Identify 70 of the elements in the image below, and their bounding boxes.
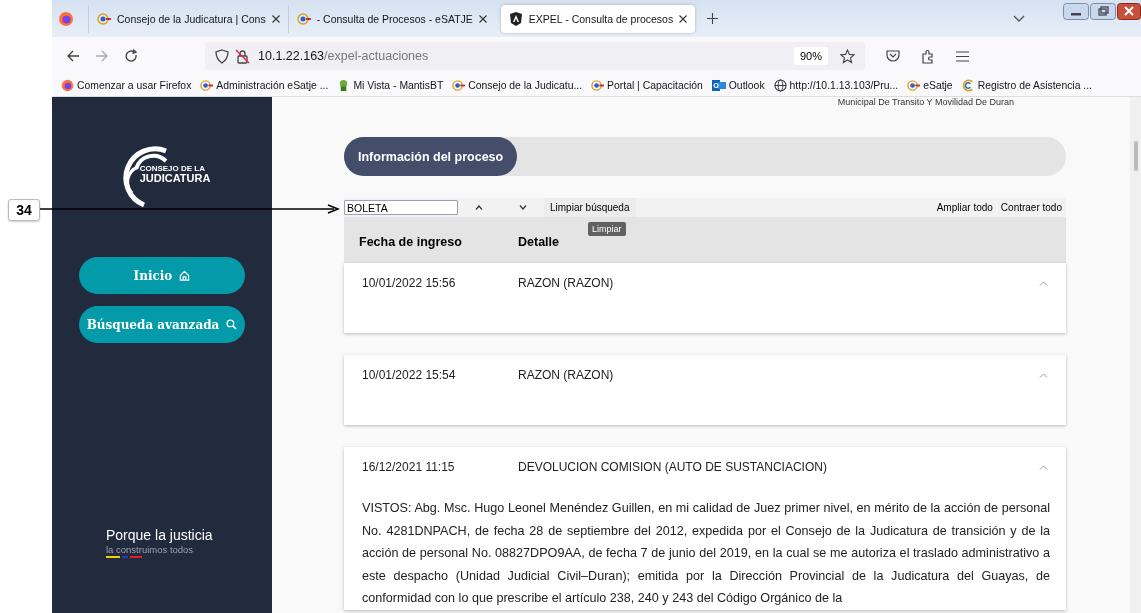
- mail-icon: [711, 79, 726, 92]
- site-icon: [296, 11, 311, 26]
- entry-date: 16/12/2021 11:15: [361, 460, 456, 474]
- ring-icon: [961, 79, 975, 92]
- close-icon[interactable]: [271, 14, 280, 23]
- annotation-label: 34: [8, 199, 40, 221]
- column-header: Detalle: [518, 235, 559, 249]
- search-field[interactable]: BOLETA: [344, 200, 458, 215]
- site-icon: [200, 79, 214, 92]
- entry-date: 10/01/2022 15:56: [361, 276, 457, 290]
- tooltip: Limpiar: [588, 222, 626, 236]
- extensions-icon[interactable]: [921, 48, 935, 64]
- bookmark[interactable]: Mi Vista - MantisBT: [337, 79, 444, 92]
- reload-icon[interactable]: [124, 49, 138, 63]
- minimize-icon[interactable]: [1063, 3, 1089, 20]
- address-bar[interactable]: 10.1.22.163/expel-actuaciones 90%: [205, 42, 865, 70]
- browser-tab[interactable]: Consejo de la Judicatura | Cons: [88, 4, 288, 33]
- browser-tab[interactable]: - Consulta de Procesos - eSATJE: [287, 4, 495, 33]
- browser-logo-icon[interactable]: [58, 10, 74, 27]
- close-icon[interactable]: [1117, 3, 1141, 20]
- section-tab[interactable]: Información del proceso: [344, 137, 518, 176]
- slogan: Porque la justicia: [106, 527, 214, 543]
- bookmark[interactable]: eSatje: [907, 79, 953, 92]
- close-icon[interactable]: [679, 14, 688, 23]
- globe-icon: [773, 79, 787, 92]
- insecure-lock-icon: [235, 48, 250, 64]
- bookmark[interactable]: http://10.1.13.103/Pru...: [773, 79, 899, 92]
- collapse-all-button[interactable]: Contraer todo: [996, 202, 1066, 213]
- menu-icon[interactable]: [956, 50, 969, 62]
- chevron-down-icon[interactable]: [1013, 14, 1025, 23]
- shield-icon: [508, 11, 523, 26]
- bookmark[interactable]: Administración eSatje ...: [200, 79, 329, 92]
- search-icon: [226, 319, 238, 330]
- shield-icon: [215, 48, 229, 64]
- pocket-icon[interactable]: [886, 49, 900, 63]
- back-icon[interactable]: [66, 49, 80, 63]
- entry-text: VISTOS: Abg. Msc. Hugo Leonel Menéndez Guillen, en mi calidad de Juez primer nivel, en mérito de la acción de personal No. 4281DNPACH, de fecha 28 de septiembre del 2012, expedida por el Consejo de la Judicatura de transición y de la acción de personal No. 08827DPO9AA, de fecha 7 de junio del 2019, en la cual se me autoriza el traslado administrativo a este despacho (Unidad Judicial Civil–Duran); emitida por la Dirección Provincial de la Judicatura del Guayas, de conformidad con lo que prescribe el artículo 238, 240 y 243 del Código Orgánico de la: [361, 500, 1051, 607]
- flag-stripes-drawing: [106, 556, 142, 559]
- url-text: 10.1.22.163/expel-actuaciones: [258, 49, 429, 63]
- clear-search-button[interactable]: Limpiar búsqueda: [544, 198, 636, 217]
- expand-all-button[interactable]: Ampliar todo: [932, 202, 997, 213]
- bookmark[interactable]: Consejo de la Judicatu...: [452, 79, 583, 92]
- bookmark[interactable]: Portal | Capacitación: [591, 79, 703, 92]
- caret-up-icon[interactable]: [475, 205, 483, 210]
- entry-title: RAZON (RAZON): [518, 276, 614, 290]
- star-icon[interactable]: [840, 48, 855, 64]
- bookmark[interactable]: Registro de Asistencia ...: [961, 79, 1092, 92]
- bookmark[interactable]: Outlook: [711, 79, 765, 92]
- home-icon: [179, 270, 191, 281]
- entry-date: 10/01/2022 15:54: [361, 368, 457, 382]
- zoom-level[interactable]: 90%: [793, 47, 828, 65]
- site-icon: [907, 79, 921, 92]
- site-icon: [452, 79, 466, 92]
- caret-down-icon[interactable]: [519, 205, 527, 210]
- logo-text: JUDICATURA: [139, 172, 211, 184]
- browser-logo-icon: [61, 79, 74, 92]
- restore-icon[interactable]: [1090, 3, 1116, 20]
- scrollbar[interactable]: [1130, 97, 1141, 613]
- logo-text: CONSEJO DE LA: [139, 164, 206, 173]
- bookmark[interactable]: Comenzar a usar Firefox: [61, 79, 192, 92]
- slogan-subtitle: la construimos todos: [106, 544, 195, 555]
- site-icon: [97, 11, 111, 26]
- new-tab-icon[interactable]: [707, 13, 719, 24]
- site-icon: [591, 79, 605, 92]
- browser-tab[interactable]: EXPEL - Consulta de procesos: [500, 4, 696, 33]
- entry-title: DEVOLUCION COMISION (AUTO DE SUSTANCIACION): [518, 460, 827, 474]
- entry-title: RAZON (RAZON): [518, 368, 614, 382]
- header-text: Municipal De Transito Y Movilidad De Duran: [837, 97, 1014, 107]
- close-icon[interactable]: [478, 14, 487, 23]
- column-header: Fecha de ingreso: [358, 235, 463, 249]
